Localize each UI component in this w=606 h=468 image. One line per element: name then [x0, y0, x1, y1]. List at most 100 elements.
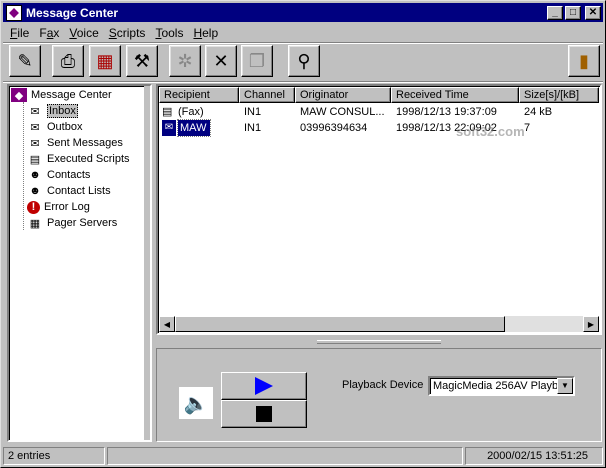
cell-channel: IN1	[244, 106, 262, 118]
tree-item-sent-messages[interactable]: ✉ Sent Messages	[27, 135, 123, 151]
main-window: Message Center _ □ ✕ File Fax Voice Scripts…	[0, 0, 606, 468]
cell-size: 7	[524, 122, 531, 134]
settings-icon: ✲	[177, 50, 193, 71]
playback-device-value: MagicMedia 256AV Playb	[433, 380, 559, 392]
menu-tools[interactable]: Tools	[150, 26, 188, 40]
minimize-button[interactable]: _	[547, 5, 563, 20]
outbox-icon: ✉	[30, 121, 40, 134]
status-datetime: 2000/02/15 13:51:25	[465, 447, 603, 465]
exit-door-icon: ▮	[579, 50, 589, 71]
tree-item-label: Outbox	[47, 121, 83, 133]
voice-message-icon: ✉	[162, 120, 176, 136]
window-title: Message Center	[26, 5, 119, 20]
message-list[interactable]: Recipient Channel Originator Received Ti…	[156, 84, 602, 335]
tree-item-label: Inbox	[47, 104, 78, 118]
cell-recipient: MAW	[177, 119, 211, 137]
scroll-thumb[interactable]	[175, 316, 505, 332]
sent-icon: ✉	[30, 137, 40, 150]
tree-item-error-log[interactable]: ! Error Log	[27, 199, 90, 215]
fax-receive-icon: ▦	[96, 50, 114, 71]
table-row[interactable]: ▤ (Fax) IN1 MAW CONSUL... 1998/12/13 19:…	[159, 104, 599, 120]
menu-voice[interactable]: Voice	[64, 26, 103, 40]
tree-item-contacts[interactable]: ☻ Contacts	[27, 167, 90, 183]
delete-button[interactable]: ✕	[205, 45, 237, 77]
connect-button[interactable]: ⚲	[288, 45, 320, 77]
contact-list-icon: ☻	[29, 185, 41, 197]
pane-splitter[interactable]	[317, 340, 441, 344]
column-header-originator[interactable]: Originator	[295, 87, 391, 103]
cell-received-time: 1998/12/13 19:37:09	[396, 106, 497, 118]
playback-device-label: Playback Device	[342, 379, 424, 391]
connect-icon: ⚲	[297, 50, 311, 71]
maximize-button[interactable]: □	[565, 5, 581, 20]
column-header-received-time[interactable]: Received Time	[391, 87, 519, 103]
copy-button[interactable]: ❐	[241, 45, 273, 77]
menu-separator	[3, 42, 603, 44]
playback-device-select[interactable]: MagicMedia 256AV Playb ▼	[428, 376, 575, 396]
menu-fax[interactable]: Fax	[34, 26, 64, 40]
tree-connector	[23, 102, 24, 230]
stop-icon	[256, 406, 272, 422]
message-center-icon: ◆	[11, 88, 27, 102]
settings-button[interactable]: ✲	[169, 45, 201, 77]
tree-root[interactable]: ◆ Message Center	[11, 87, 112, 103]
scripts-icon: ▤	[29, 153, 41, 166]
app-icon[interactable]	[6, 4, 22, 21]
contact-icon: ☻	[29, 169, 41, 181]
toolbar-separator	[3, 81, 603, 83]
fax-receive-button[interactable]: ▦	[89, 45, 121, 77]
play-button[interactable]	[221, 372, 307, 400]
column-header-recipient[interactable]: Recipient	[159, 87, 239, 103]
scroll-left-button[interactable]: ◀	[159, 316, 175, 332]
playback-panel: 🔈 Playback Device MagicMedia 256AV Playb…	[156, 348, 602, 442]
error-icon: !	[27, 200, 40, 214]
scroll-right-button[interactable]: ▶	[583, 316, 599, 332]
cell-size: 24 kB	[524, 106, 553, 118]
fax-icon: ▤	[162, 106, 173, 118]
play-icon	[255, 377, 273, 395]
chevron-down-icon[interactable]: ▼	[557, 378, 573, 394]
delete-icon: ✕	[213, 50, 229, 71]
status-middle	[107, 447, 463, 465]
cell-originator: MAW CONSUL...	[300, 106, 385, 118]
tree-item-label: Sent Messages	[47, 137, 123, 149]
tree-item-label: Pager Servers	[47, 217, 118, 229]
tools-icon: ⚒	[133, 50, 151, 71]
folder-tree[interactable]: ◆ Message Center ✉ Inbox ✉ Outbox ✉ Sent Mess…	[7, 84, 152, 442]
fax-send-button[interactable]: ⎙	[52, 45, 84, 77]
title-bar[interactable]: Message Center _ □ ✕	[3, 3, 603, 22]
compose-icon: ✎	[17, 50, 33, 71]
column-header-size[interactable]: Size[s]/[kB]	[519, 87, 599, 103]
exit-button[interactable]: ▮	[568, 45, 600, 77]
watermark: soft32.com	[456, 124, 525, 139]
cell-channel: IN1	[244, 122, 262, 134]
menu-scripts[interactable]: Scripts	[104, 26, 151, 40]
pager-icon: ▦	[29, 217, 41, 230]
tree-scrollbar[interactable]	[144, 86, 150, 440]
speaker-icon: 🔈	[179, 387, 213, 419]
copy-icon: ❐	[248, 50, 266, 71]
menu-file[interactable]: File	[5, 26, 34, 40]
close-button[interactable]: ✕	[585, 5, 601, 20]
table-row[interactable]: ✉ MAW IN1 03996394634 1998/12/13 22:09:0…	[159, 119, 599, 137]
tree-item-pager-servers[interactable]: ▦ Pager Servers	[27, 215, 118, 231]
status-entries: 2 entries	[3, 447, 105, 465]
tree-item-label: Contact Lists	[47, 185, 111, 197]
compose-button[interactable]: ✎	[9, 45, 41, 77]
tree-item-inbox[interactable]: ✉ Inbox	[27, 103, 78, 119]
inbox-icon: ✉	[30, 105, 40, 118]
tools-button[interactable]: ⚒	[126, 45, 158, 77]
tree-item-contact-lists[interactable]: ☻ Contact Lists	[27, 183, 111, 199]
tree-item-executed-scripts[interactable]: ▤ Executed Scripts	[27, 151, 130, 167]
cell-originator: 03996394634	[300, 122, 368, 134]
menu-bar: File Fax Voice Scripts Tools Help	[5, 24, 223, 42]
list-horizontal-scrollbar[interactable]: ◀ ▶	[159, 316, 599, 332]
fax-send-icon: ⎙	[60, 50, 76, 71]
menu-help[interactable]: Help	[188, 26, 223, 40]
tree-item-outbox[interactable]: ✉ Outbox	[27, 119, 82, 135]
tree-item-label: Error Log	[44, 201, 90, 213]
cell-recipient: (Fax)	[178, 106, 204, 118]
tree-item-label: Contacts	[47, 169, 91, 181]
column-header-channel[interactable]: Channel	[239, 87, 295, 103]
stop-button[interactable]	[221, 400, 307, 428]
